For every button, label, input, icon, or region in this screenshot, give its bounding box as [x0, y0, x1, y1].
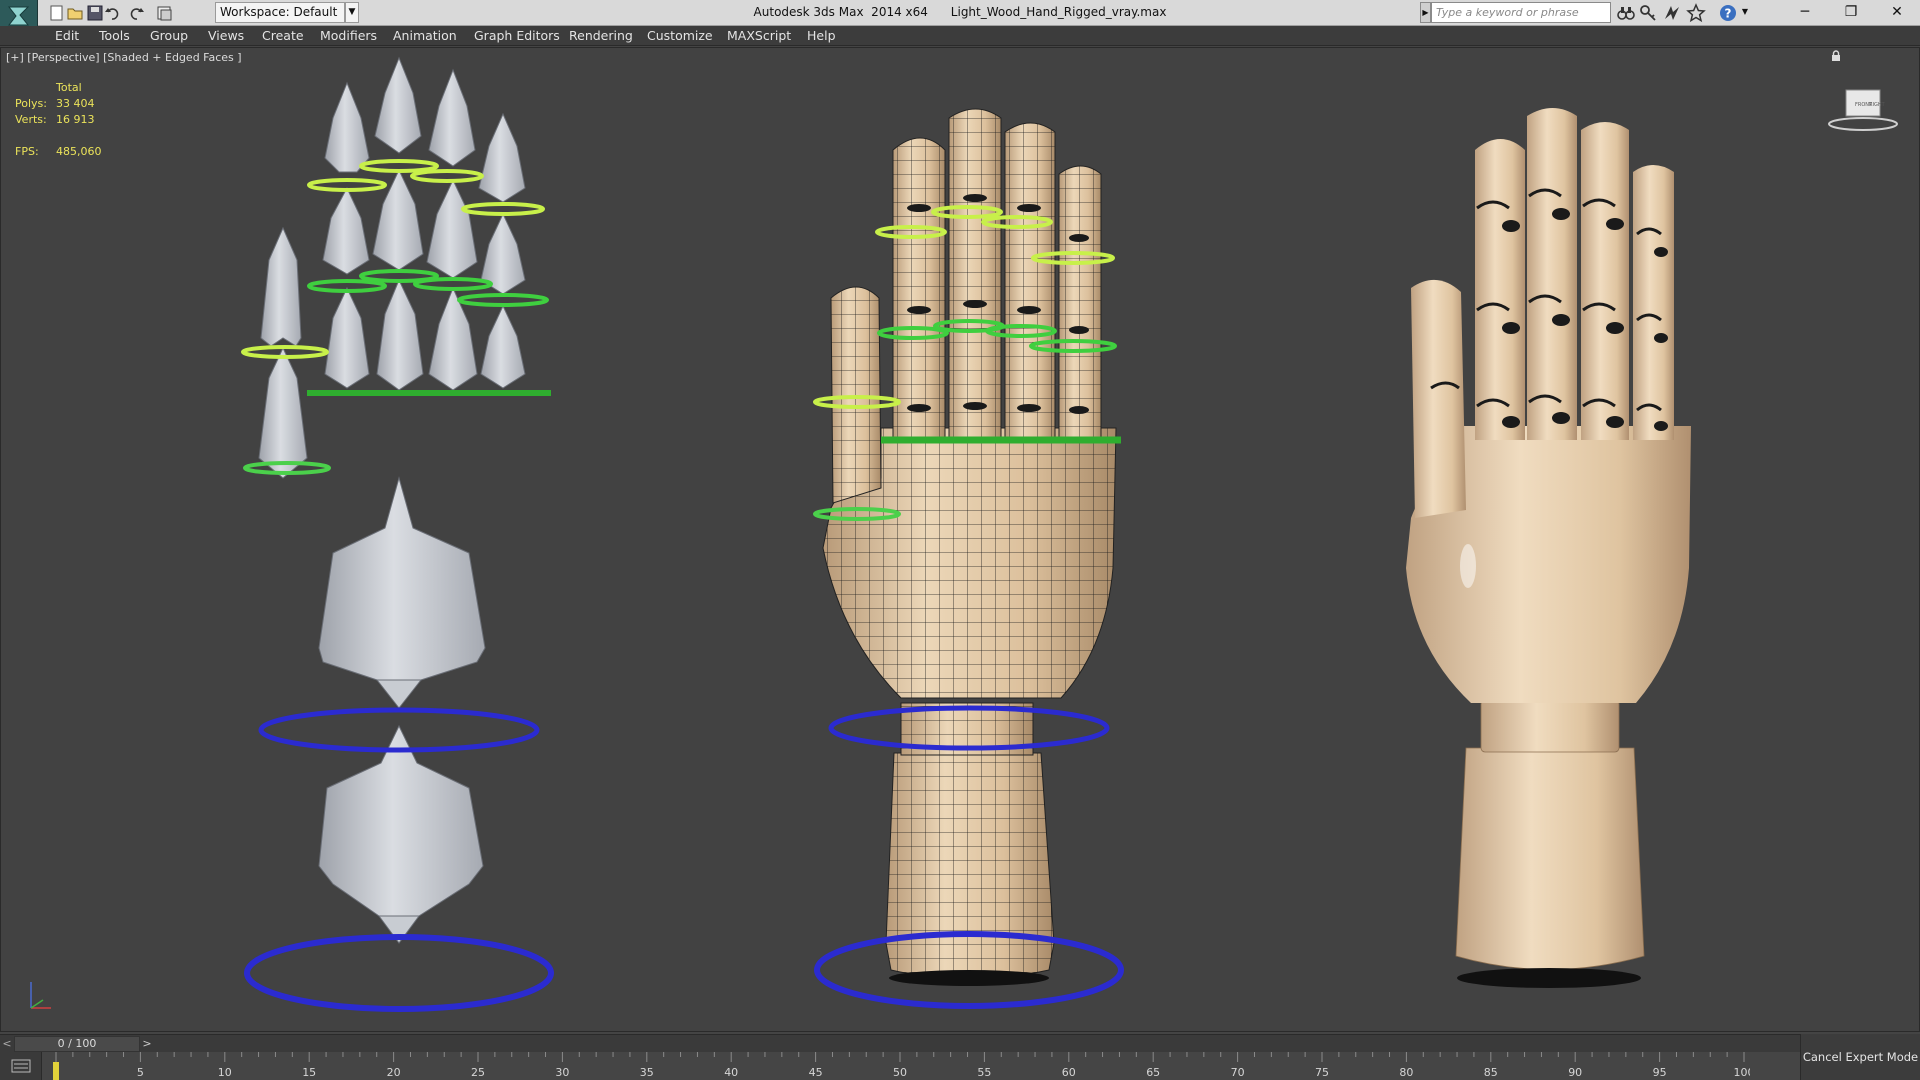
- frame-tick-label: 75: [1315, 1066, 1329, 1079]
- finger-control-ring[interactable]: [410, 169, 484, 183]
- cancel-expert-mode-button[interactable]: Cancel Expert Mode: [1800, 1034, 1920, 1080]
- stats-fps-value: 485,060: [56, 145, 102, 158]
- undo-icon[interactable]: [104, 4, 122, 22]
- menu-customize[interactable]: Customize: [647, 26, 713, 46]
- viewport-label[interactable]: [+] [Perspective] [Shaded + Edged Faces …: [6, 51, 242, 64]
- svg-text:?: ?: [1725, 7, 1732, 21]
- finger-control-ring[interactable]: [307, 279, 387, 293]
- finger-control-ring[interactable]: [359, 159, 439, 173]
- current-frame-marker[interactable]: [53, 1062, 59, 1080]
- frame-tick-label: 15: [302, 1066, 316, 1079]
- frame-ruler[interactable]: 0510152025303540455055606570758085909510…: [50, 1052, 1750, 1080]
- redo-icon[interactable]: [127, 4, 145, 22]
- frame-tick-label: 50: [893, 1066, 907, 1079]
- help-dropdown-arrow-icon[interactable]: ▼: [1738, 0, 1752, 24]
- curve-editor-icon: [11, 1059, 31, 1073]
- menu-modifiers[interactable]: Modifiers: [320, 26, 377, 46]
- frame-tick-label: 5: [137, 1066, 144, 1079]
- stats-polys-label: Polys:: [15, 97, 47, 110]
- menu-edit[interactable]: Edit: [55, 26, 79, 46]
- bone-rig[interactable]: [241, 56, 554, 1012]
- menu-tools[interactable]: Tools: [99, 26, 130, 46]
- workspace-dropdown[interactable]: Workspace: Default: [215, 2, 345, 23]
- new-file-icon[interactable]: [48, 4, 66, 22]
- menu-group[interactable]: Group: [150, 26, 188, 46]
- menu-bar: Edit Tools Group Views Create Modifiers …: [0, 26, 1920, 46]
- viewcube[interactable]: FRONT RIGHT: [1827, 82, 1899, 132]
- frame-tick-label: 35: [640, 1066, 654, 1079]
- shaded-hand[interactable]: [1406, 108, 1691, 988]
- window-title: Autodesk 3ds Max 2014 x64 Light_Wood_Han…: [640, 0, 1280, 24]
- help-icon[interactable]: ?: [1718, 3, 1738, 23]
- minimize-button[interactable]: ─: [1782, 0, 1828, 24]
- save-icon[interactable]: [86, 4, 104, 22]
- lock-icon[interactable]: [1830, 50, 1842, 62]
- frame-tick-label: 30: [555, 1066, 569, 1079]
- frame-tick-label: 10: [218, 1066, 232, 1079]
- stats-verts-label: Verts:: [15, 113, 47, 126]
- finger-control-ring[interactable]: [457, 293, 549, 307]
- frame-tick-label: 65: [1146, 1066, 1160, 1079]
- favorites-star-icon[interactable]: [1686, 3, 1706, 23]
- viewcube-right-label: RIGHT: [1869, 102, 1886, 108]
- workspace-dropdown-arrow-icon[interactable]: ▼: [345, 2, 359, 23]
- frame-tick-label: 45: [809, 1066, 823, 1079]
- subscription-key-icon[interactable]: [1638, 3, 1658, 23]
- palm-bone[interactable]: [318, 476, 486, 701]
- menu-views[interactable]: Views: [208, 26, 244, 46]
- time-slider-next-button[interactable]: >: [140, 1035, 154, 1053]
- project-folder-icon[interactable]: [156, 4, 174, 22]
- frame-tick-label: 20: [387, 1066, 401, 1079]
- frame-tick-label: 25: [471, 1066, 485, 1079]
- finger-control-ring[interactable]: [413, 277, 493, 291]
- wireframe-hand[interactable]: [813, 108, 1124, 1009]
- menu-maxscript[interactable]: MAXScript: [727, 26, 791, 46]
- menu-graph-editors[interactable]: Graph Editors: [474, 26, 560, 46]
- mini-curve-editor-button[interactable]: [0, 1052, 42, 1080]
- frame-tick-label: 60: [1062, 1066, 1076, 1079]
- frame-tick-label: 70: [1231, 1066, 1245, 1079]
- restore-button[interactable]: ❐: [1828, 0, 1874, 24]
- app-name: Autodesk 3ds Max 2014 x64: [753, 5, 928, 19]
- stats-verts-value: 16 913: [56, 113, 95, 126]
- communication-center-icon[interactable]: [1662, 3, 1682, 23]
- frame-tick-label: 100: [1734, 1066, 1751, 1079]
- binoculars-icon[interactable]: [1616, 3, 1636, 23]
- open-folder-icon[interactable]: [66, 4, 84, 22]
- frame-tick-label: 40: [724, 1066, 738, 1079]
- time-slider-thumb[interactable]: 0 / 100: [14, 1036, 140, 1052]
- frame-tick-label: 80: [1399, 1066, 1413, 1079]
- forearm-bone[interactable]: [318, 724, 484, 939]
- stats-fps-label: FPS:: [15, 145, 39, 158]
- forearm-control-ring[interactable]: [244, 934, 554, 1012]
- frame-tick-label: 55: [977, 1066, 991, 1079]
- title-bar: Workspace: Default ▼ Autodesk 3ds Max 20…: [0, 0, 1920, 32]
- menu-help[interactable]: Help: [807, 26, 836, 46]
- search-expand-icon[interactable]: ▶: [1420, 2, 1431, 23]
- menu-rendering[interactable]: Rendering: [569, 26, 633, 46]
- perspective-viewport[interactable]: [+] [Perspective] [Shaded + Edged Faces …: [0, 47, 1920, 1032]
- stats-polys-value: 33 404: [56, 97, 95, 110]
- search-input[interactable]: Type a keyword or phrase: [1431, 2, 1611, 23]
- close-button[interactable]: ✕: [1874, 0, 1920, 24]
- frame-tick-label: 85: [1484, 1066, 1498, 1079]
- finger-control-ring[interactable]: [461, 202, 545, 216]
- frame-tick-label: 95: [1653, 1066, 1667, 1079]
- axis-tripod-icon: [30, 982, 51, 1009]
- menu-animation[interactable]: Animation: [393, 26, 457, 46]
- viewport-scene[interactable]: [1, 48, 1920, 1032]
- file-name: Light_Wood_Hand_Rigged_vray.max: [950, 5, 1167, 19]
- time-slider-prev-button[interactable]: <: [0, 1035, 14, 1053]
- menu-create[interactable]: Create: [262, 26, 304, 46]
- time-slider[interactable]: < 0 / 100 >: [0, 1034, 1920, 1052]
- track-bar[interactable]: 0510152025303540455055606570758085909510…: [0, 1052, 1800, 1080]
- finger-control-ring[interactable]: [307, 178, 387, 192]
- frame-tick-label: 90: [1568, 1066, 1582, 1079]
- stats-total-label: Total: [56, 81, 82, 94]
